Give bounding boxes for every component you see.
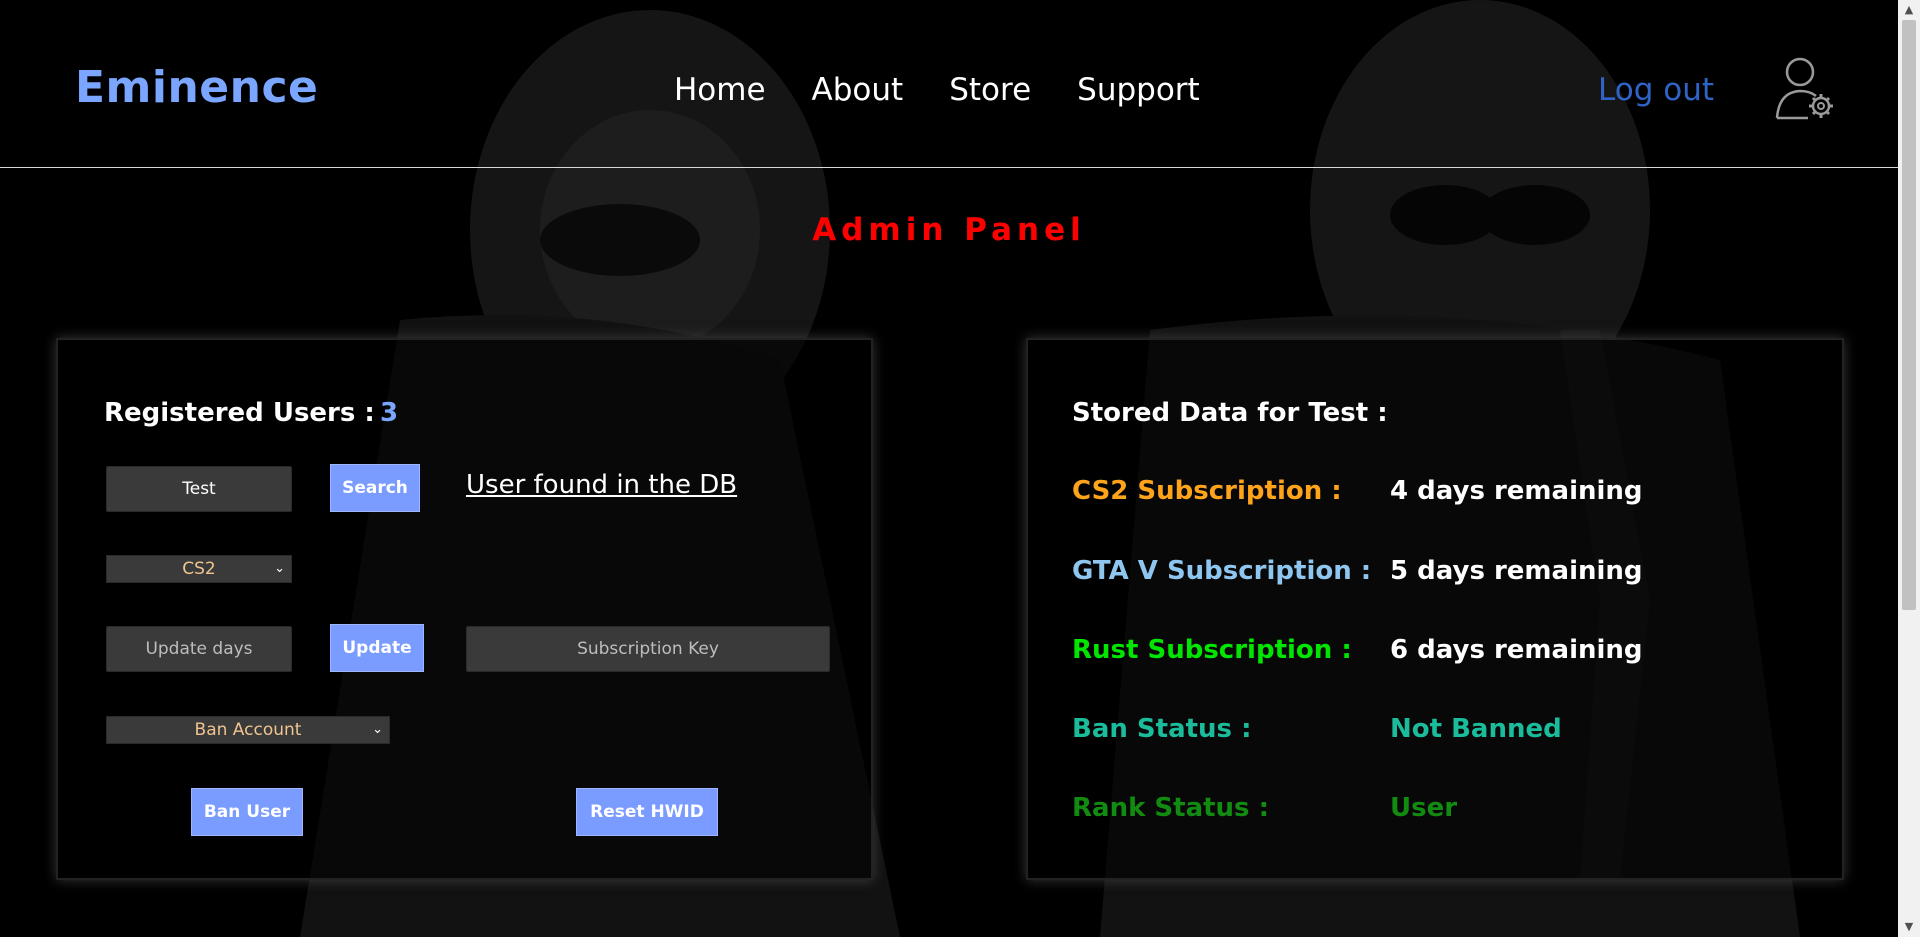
search-status-message: User found in the DB [466, 470, 738, 500]
ban-status-label: Ban Status : [1072, 714, 1252, 744]
rank-status-label: Rank Status : [1072, 793, 1269, 823]
user-management-panel: Registered Users : 3 Search User found i… [56, 338, 873, 880]
game-select[interactable]: CS2 ⌄ [106, 555, 292, 583]
registered-users-label: Registered Users : [104, 398, 375, 428]
brand-logo[interactable]: Eminence [75, 62, 318, 113]
registered-users-count: 3 [380, 398, 399, 428]
user-settings-icon[interactable] [1774, 56, 1836, 120]
nav-about[interactable]: About [812, 72, 904, 108]
nav-support[interactable]: Support [1077, 72, 1200, 108]
username-search-input[interactable] [106, 466, 292, 512]
chevron-down-icon: ⌄ [372, 722, 383, 737]
scrollbar-thumb[interactable] [1902, 20, 1916, 610]
reset-hwid-button[interactable]: Reset HWID [576, 788, 718, 836]
page-scrollbar[interactable]: ▲ ▼ [1898, 0, 1920, 937]
stored-data-title: Stored Data for Test : [1072, 398, 1388, 428]
search-button[interactable]: Search [330, 464, 420, 512]
gtav-subscription-label: GTA V Subscription : [1072, 556, 1372, 586]
cs2-subscription-value: 4 days remaining [1390, 476, 1643, 506]
page-title: Admin Panel [812, 212, 1086, 248]
cs2-subscription-label: CS2 Subscription : [1072, 476, 1342, 506]
scroll-up-icon[interactable]: ▲ [1898, 0, 1920, 20]
subscription-key-input[interactable] [466, 626, 830, 672]
chevron-down-icon: ⌄ [274, 561, 285, 576]
gtav-subscription-value: 5 days remaining [1390, 556, 1643, 586]
rust-subscription-label: Rust Subscription : [1072, 635, 1352, 665]
game-select-value: CS2 [182, 559, 216, 579]
scroll-down-icon[interactable]: ▼ [1898, 917, 1920, 937]
update-button[interactable]: Update [330, 624, 424, 672]
stored-data-panel: Stored Data for Test : CS2 Subscription … [1026, 338, 1844, 880]
main-nav: Home About Store Support [674, 72, 1200, 108]
ban-user-button[interactable]: Ban User [191, 788, 303, 836]
header-divider [0, 167, 1898, 168]
ban-status-value: Not Banned [1390, 714, 1562, 744]
rank-status-value: User [1390, 793, 1458, 823]
logout-link[interactable]: Log out [1598, 72, 1714, 108]
account-action-value: Ban Account [194, 720, 302, 740]
nav-store[interactable]: Store [949, 72, 1031, 108]
account-action-select[interactable]: Ban Account ⌄ [106, 716, 390, 744]
rust-subscription-value: 6 days remaining [1390, 635, 1643, 665]
nav-home[interactable]: Home [674, 72, 766, 108]
update-days-input[interactable] [106, 626, 292, 672]
